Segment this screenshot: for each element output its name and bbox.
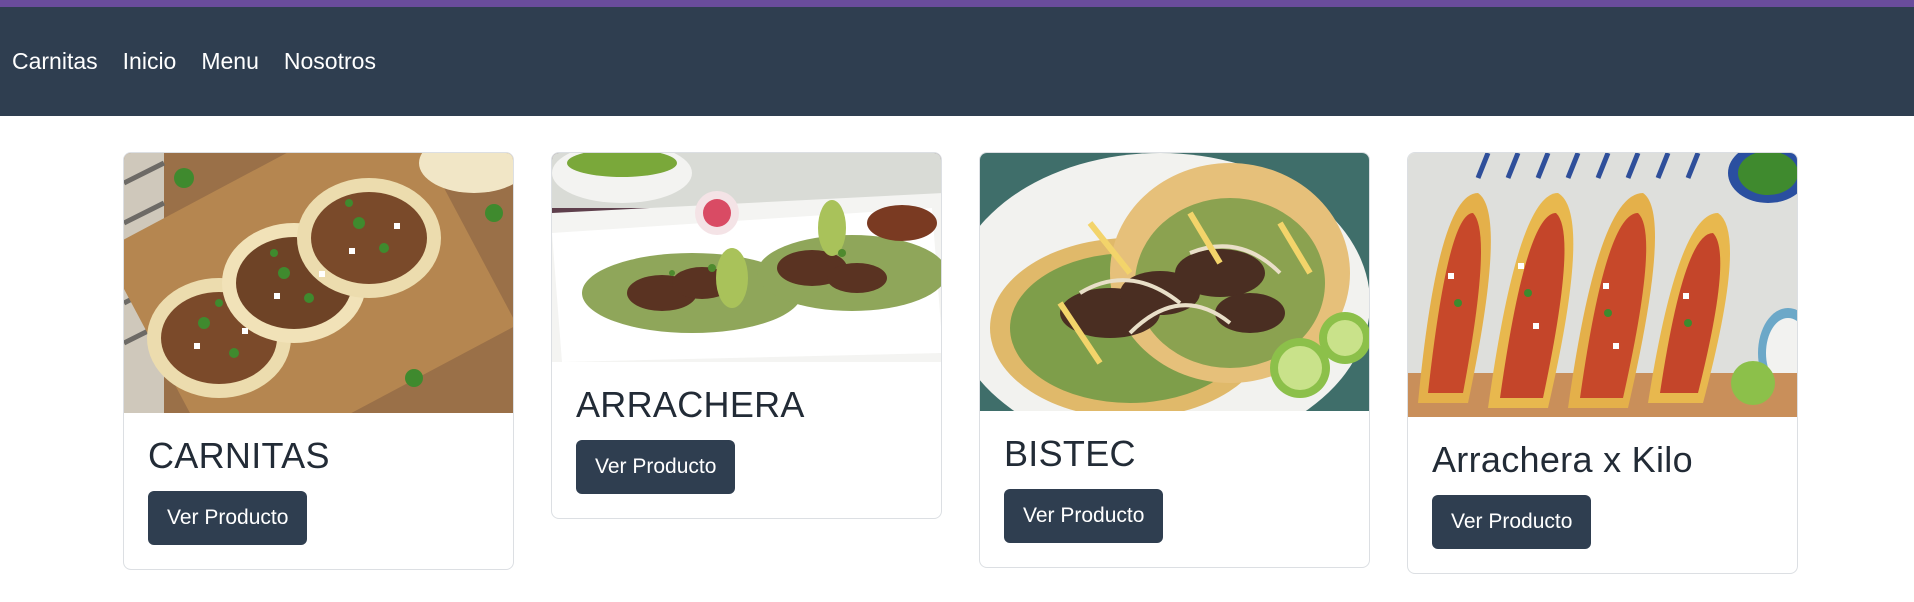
card-body: CARNITAS Ver Producto [124, 413, 513, 569]
card-body: ARRACHERA Ver Producto [552, 362, 941, 518]
carnitas-image [124, 153, 513, 413]
product-title: BISTEC [1004, 433, 1136, 474]
ver-producto-button[interactable]: Ver Producto [576, 440, 736, 494]
nav-link-menu[interactable]: Menu [201, 48, 259, 75]
top-accent-strip [0, 0, 1914, 7]
product-card-arrachera: ARRACHERA Ver Producto [551, 152, 942, 519]
bistec-image [980, 153, 1369, 411]
product-card-carnitas: CARNITAS Ver Producto [123, 152, 514, 570]
nav-link-inicio[interactable]: Inicio [123, 48, 177, 75]
navbar: Carnitas Inicio Menu Nosotros [0, 7, 1914, 116]
product-card-arrachera-x-kilo: Arrachera x Kilo Ver Producto [1407, 152, 1798, 574]
product-title: ARRACHERA [576, 384, 805, 425]
ver-producto-button[interactable]: Ver Producto [1004, 489, 1164, 543]
product-card-bistec: BISTEC Ver Producto [979, 152, 1370, 568]
ver-producto-button[interactable]: Ver Producto [148, 491, 308, 545]
product-title: CARNITAS [148, 435, 330, 476]
nav-brand-carnitas[interactable]: Carnitas [12, 48, 98, 75]
product-grid: CARNITAS Ver Producto ARRACHERA Ver Prod… [0, 116, 1914, 602]
ver-producto-button[interactable]: Ver Producto [1432, 495, 1592, 549]
al-pastor-image [1408, 153, 1797, 417]
nav-link-nosotros[interactable]: Nosotros [284, 48, 376, 75]
product-title: Arrachera x Kilo [1432, 439, 1693, 480]
card-body: BISTEC Ver Producto [980, 411, 1369, 567]
card-body: Arrachera x Kilo Ver Producto [1408, 417, 1797, 573]
arrachera-image [552, 153, 941, 362]
